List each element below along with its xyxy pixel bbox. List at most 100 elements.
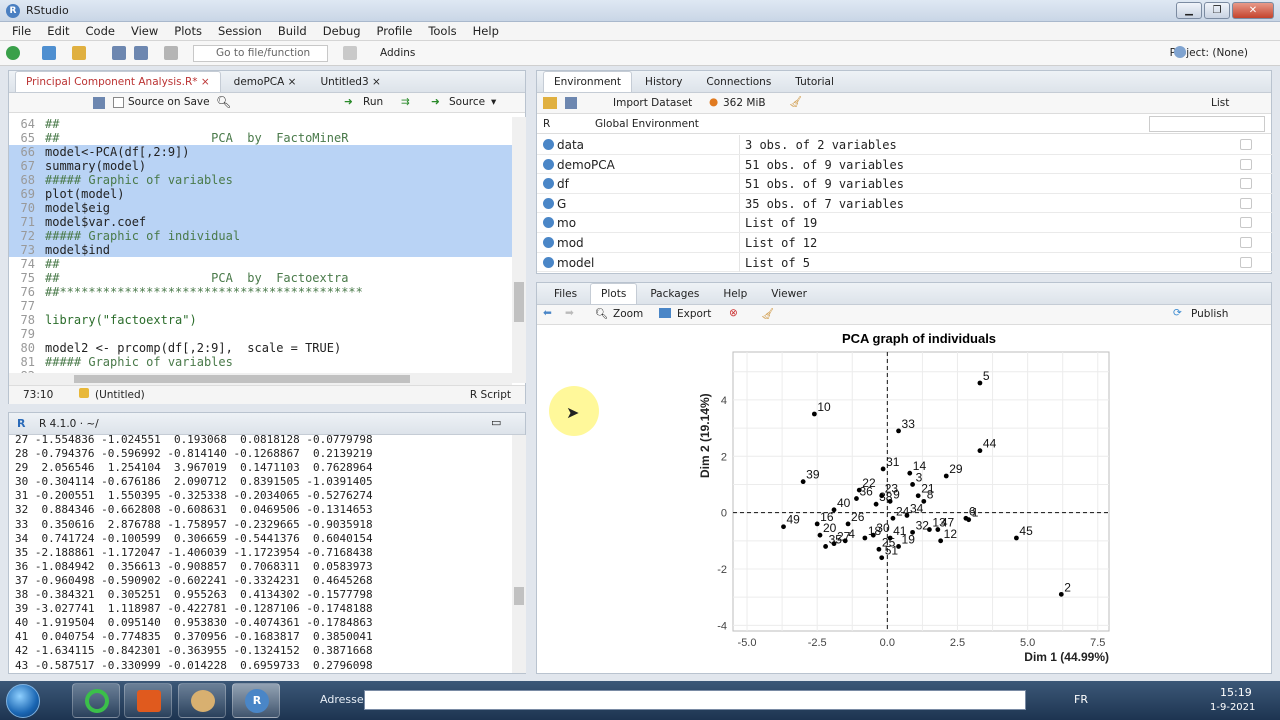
environment-row[interactable]: mod List of 12 [537,233,1272,253]
code-line[interactable]: 66 model<-PCA(df[,2:9]) [9,145,512,159]
tab-history[interactable]: History [634,71,693,92]
source-on-save-checkbox[interactable] [113,97,124,108]
inspect-icon[interactable] [1240,237,1252,248]
rerun-icon[interactable]: ⇉ [401,96,410,108]
environment-row[interactable]: df 51 obs. of 9 variables [537,174,1272,194]
menu-tools[interactable]: Tools [420,24,464,38]
code-line[interactable]: 77 [9,299,512,313]
start-button[interactable] [6,684,40,718]
taskbar-app-1[interactable] [72,683,120,718]
code-line[interactable]: 79 [9,327,512,341]
forward-arrow-icon[interactable]: ➡ [565,307,574,319]
broom-icon[interactable]: 🧹︎ [789,95,802,108]
zoom-button[interactable]: Zoom [613,308,643,320]
environment-row[interactable]: data 3 obs. of 2 variables [537,135,1272,155]
broom-icon[interactable]: 🧹︎ [761,307,774,320]
tab-connections[interactable]: Connections [695,71,782,92]
view-table-icon[interactable] [1240,158,1252,170]
code-line[interactable]: 80 model2 <- prcomp(df[,2:9], scale = TRU… [9,341,512,355]
addins-menu[interactable]: Addins [380,47,415,59]
menu-debug[interactable]: Debug [315,24,369,38]
save-icon[interactable] [93,97,105,109]
tab-viewer[interactable]: Viewer [760,283,818,304]
tab-help[interactable]: Help [712,283,758,304]
console-scrollbar[interactable] [512,435,526,673]
environment-row[interactable]: demoPCA 51 obs. of 9 variables [537,154,1272,175]
save-all-icon[interactable] [134,46,148,60]
code-line[interactable]: 69 plot(model) [9,187,512,201]
new-file-icon[interactable] [6,46,20,60]
inspect-icon[interactable] [1240,217,1252,229]
tab-demopca[interactable]: demoPCA × [223,71,308,92]
scope-selector[interactable]: (Untitled) [95,389,145,401]
tab-tutorial[interactable]: Tutorial [784,71,845,92]
code-line[interactable]: 74 ## [9,257,512,271]
environment-row[interactable]: mo List of 19 [537,213,1272,233]
export-button[interactable]: Export [677,308,711,320]
code-line[interactable]: 81 ##### Graphic of variables [9,355,512,369]
taskbar-app-2[interactable] [124,683,172,718]
code-line[interactable]: 73 model$ind [9,243,512,257]
clock-time[interactable]: 15:19 [1220,686,1252,699]
menu-code[interactable]: Code [78,24,123,38]
code-line[interactable]: 65 ## PCA by FactoMineR [9,131,512,145]
view-table-icon[interactable] [1240,197,1252,209]
code-line[interactable]: 78 library("factoextra") [9,313,512,327]
environment-row[interactable]: G 35 obs. of 7 variables [537,193,1272,214]
code-line[interactable]: 68 ##### Graphic of variables [9,173,512,187]
tab-files[interactable]: Files [543,283,588,304]
code-editor[interactable]: 64 ## 65 ## PCA by FactoMineR 66 model<-PCA(d… [9,117,512,383]
source-button[interactable]: Source [449,96,485,108]
back-arrow-icon[interactable]: ⬅ [543,307,552,319]
menu-file[interactable]: File [4,24,39,38]
tab-plots[interactable]: Plots [590,283,638,304]
expand-icon[interactable] [543,178,554,190]
load-workspace-icon[interactable] [543,97,557,109]
import-dataset-button[interactable]: Import Dataset [613,97,692,109]
address-input[interactable] [364,690,1026,710]
taskbar-rstudio[interactable]: R [232,683,280,718]
tab-packages[interactable]: Packages [639,283,710,304]
editor-hscrollbar[interactable] [9,373,512,385]
clock-date[interactable]: 1-9-2021 [1210,702,1255,713]
menu-session[interactable]: Session [210,24,270,38]
language-selector[interactable]: R [543,118,550,130]
save-workspace-icon[interactable] [565,97,577,109]
code-line[interactable]: 71 model$var.coef [9,215,512,229]
tab-untitled3[interactable]: Untitled3 × [309,71,391,92]
code-line[interactable]: 64 ## [9,117,512,131]
filetype-selector[interactable]: R Script [470,389,511,401]
goto-file-input[interactable]: Go to file/function [193,45,328,62]
menu-edit[interactable]: Edit [39,24,77,38]
publish-button[interactable]: Publish [1191,308,1228,320]
environment-search-input[interactable] [1149,116,1265,132]
code-line[interactable]: 76 ##************************************… [9,285,512,299]
expand-icon[interactable] [543,237,554,248]
scope-selector[interactable]: Global Environment [595,118,699,130]
close-button[interactable]: ✕ [1232,2,1274,19]
expand-icon[interactable] [543,139,554,150]
menu-help[interactable]: Help [465,24,507,38]
expand-icon[interactable] [543,158,554,170]
code-line[interactable]: 70 model$eig [9,201,512,215]
list-view-selector[interactable]: List [1211,97,1229,109]
console-output[interactable]: 27 -1.554836 -1.024551 0.193068 0.081812… [15,433,509,673]
remove-plot-icon[interactable]: ⊗ [729,307,738,319]
search-icon[interactable]: 🔍︎ [216,95,231,109]
memory-usage[interactable]: 362 MiB [723,97,766,109]
chevron-down-icon[interactable]: ▾ [491,96,496,108]
inspect-icon[interactable] [1240,256,1252,268]
code-line[interactable]: 67 summary(model) [9,159,512,173]
taskbar-paint[interactable] [178,683,226,718]
expand-icon[interactable] [543,197,554,209]
view-table-icon[interactable] [1240,139,1252,150]
code-line[interactable]: 75 ## PCA by Factoextra [9,271,512,285]
maximize-button[interactable]: ❐ [1204,2,1230,19]
minimize-pane-icon[interactable]: ▭ [491,416,501,429]
expand-icon[interactable] [543,256,554,268]
language-indicator[interactable]: FR [1074,693,1088,706]
grid-icon[interactable] [343,46,357,60]
editor-vscrollbar[interactable] [512,117,526,383]
expand-icon[interactable] [543,217,554,229]
minimize-button[interactable]: ▁ [1176,2,1202,19]
